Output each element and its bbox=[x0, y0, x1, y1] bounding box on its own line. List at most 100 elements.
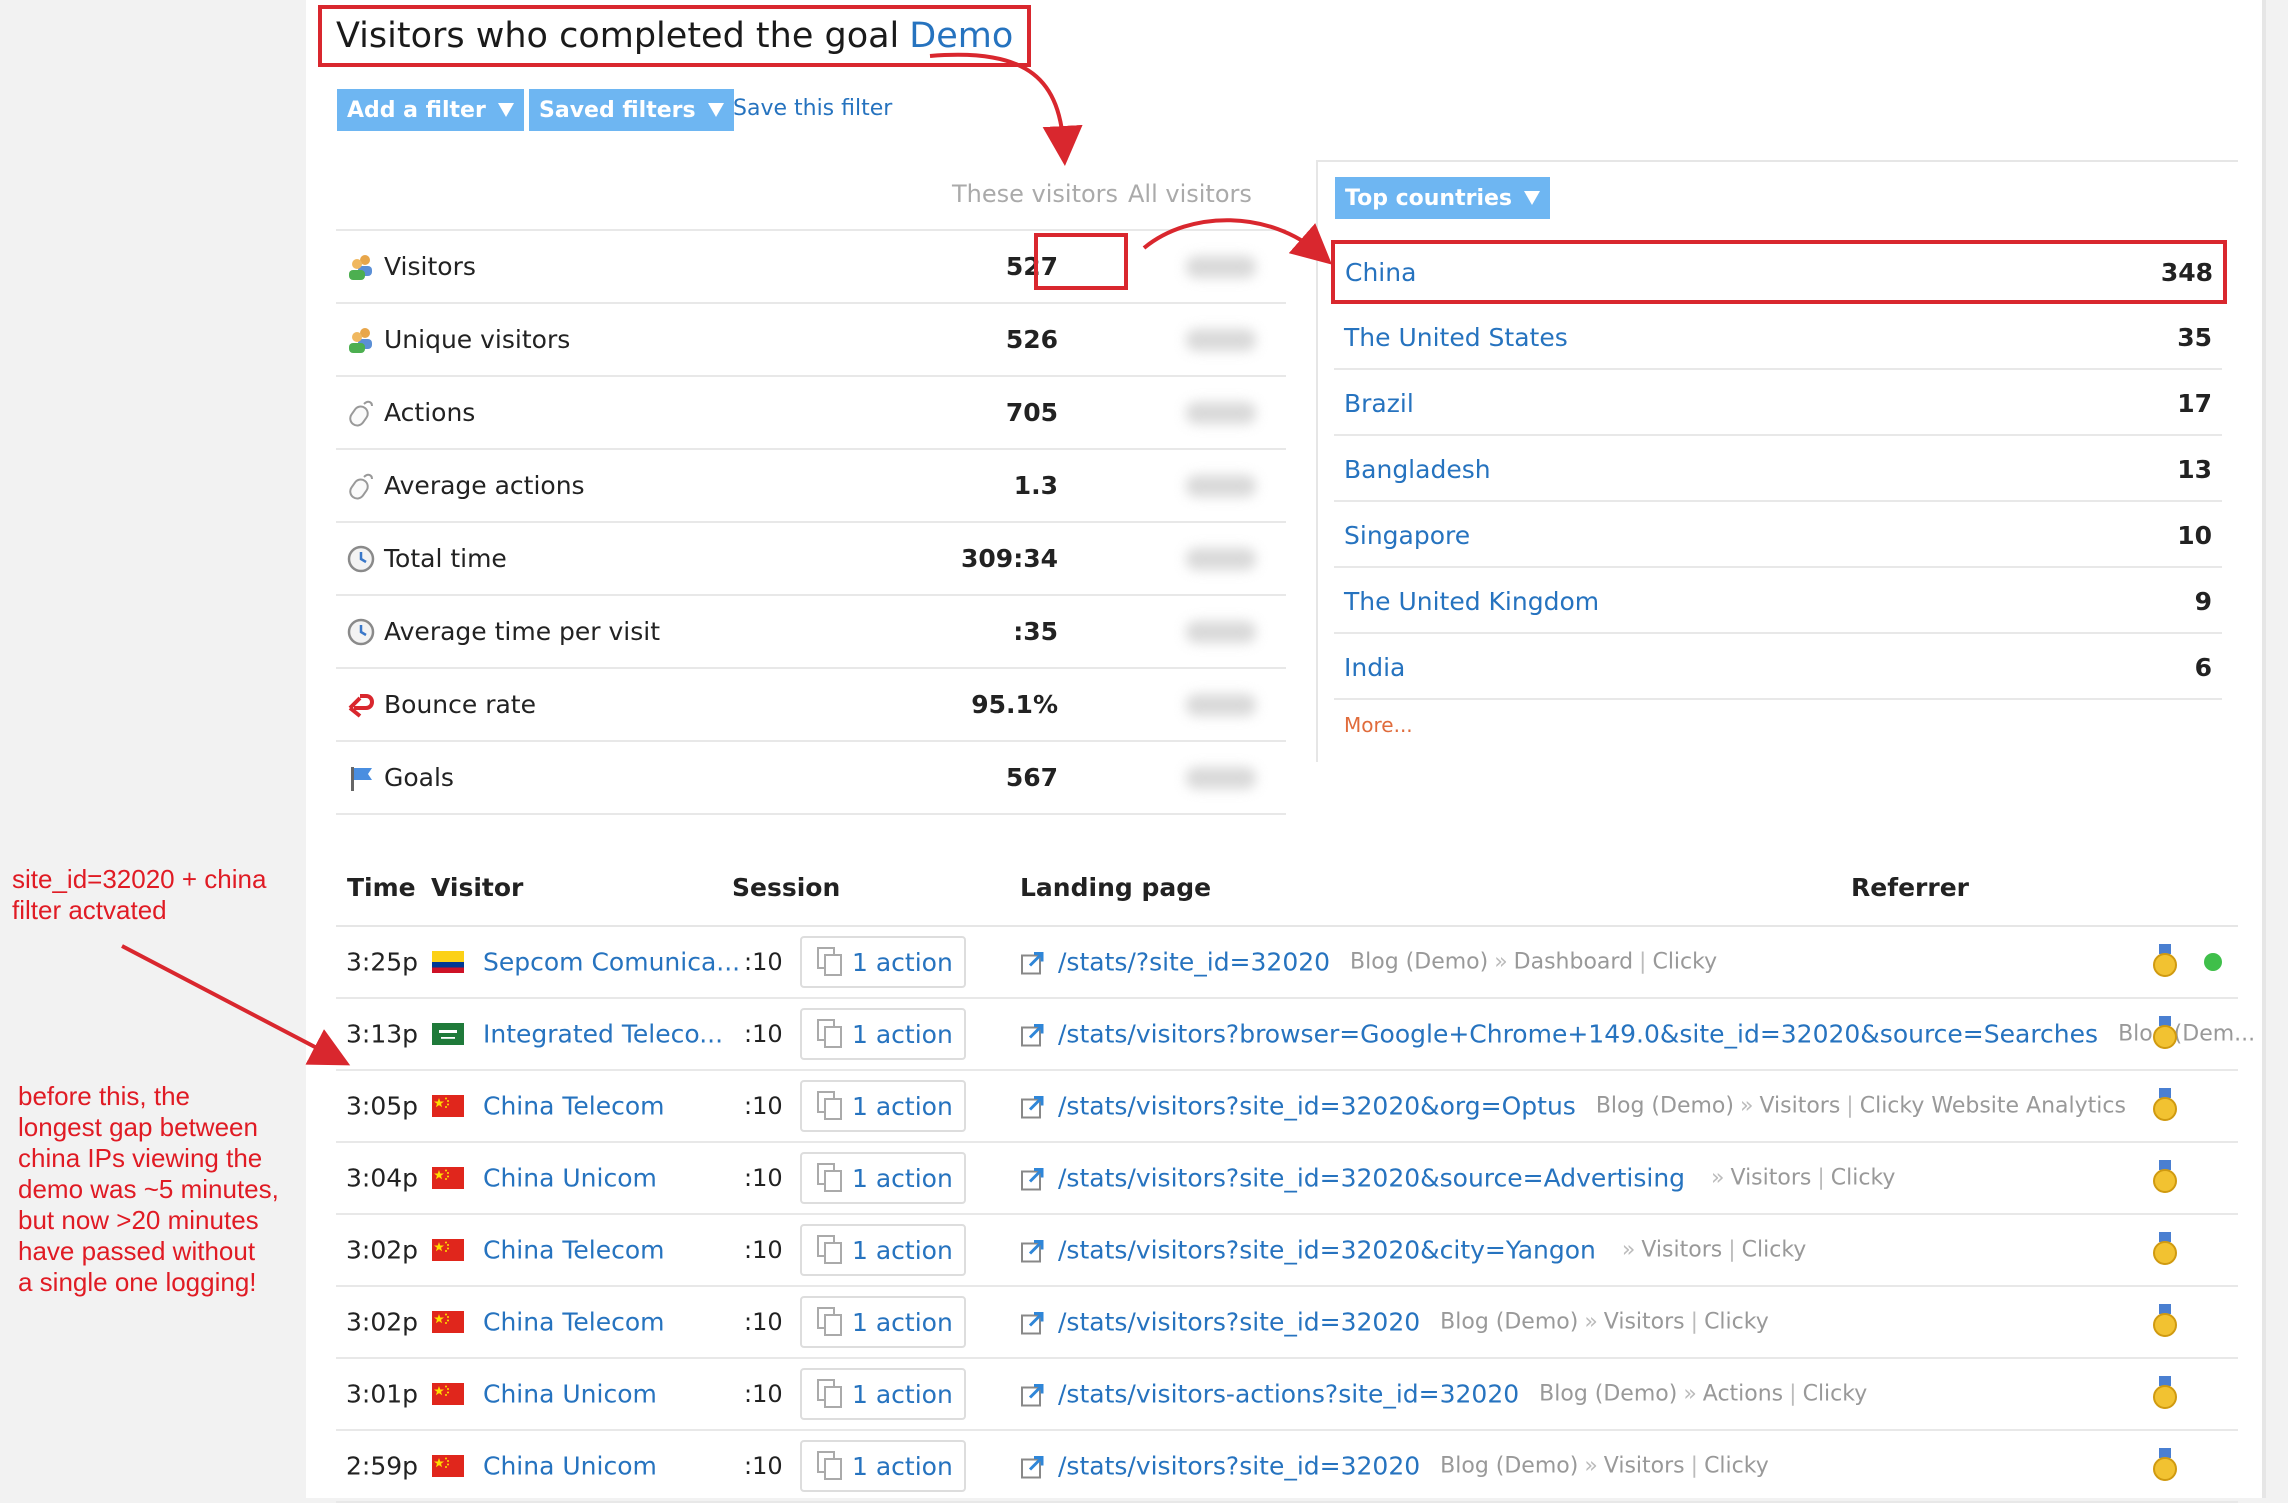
landing-page-link[interactable]: /stats/visitors?browser=Google+Chrome+14… bbox=[1058, 1020, 2098, 1049]
landing-page-cell: /stats/visitors?site_id=32020&city=Yango… bbox=[1020, 1236, 1806, 1265]
referrer-title: Clicky bbox=[1741, 1237, 1807, 1263]
external-link-icon[interactable] bbox=[1020, 1309, 1046, 1335]
table-row: 3:13p Integrated Teleco...:10 1 action/sta… bbox=[336, 999, 2255, 1071]
referrer-page: Visitors bbox=[1730, 1165, 1812, 1191]
country-name-link[interactable]: China bbox=[1345, 258, 1416, 287]
country-name-link[interactable]: Bangladesh bbox=[1344, 455, 1491, 484]
country-name-link[interactable]: The United Kingdom bbox=[1344, 587, 1599, 616]
external-link-icon[interactable] bbox=[1020, 949, 1046, 975]
stat-label: Average time per visit bbox=[384, 617, 661, 646]
goal-medal-icon bbox=[2152, 944, 2178, 980]
visitor-name-link[interactable]: China Telecom bbox=[483, 1236, 664, 1265]
external-link-icon[interactable] bbox=[1020, 1381, 1046, 1407]
visitor-name-link[interactable]: Integrated Teleco... bbox=[483, 1020, 723, 1049]
stat-value: 309:34 bbox=[961, 544, 1058, 573]
blurred-all-visitors-value bbox=[1186, 693, 1256, 716]
visitor-name-link[interactable]: China Telecom bbox=[483, 1308, 664, 1337]
external-link-icon[interactable] bbox=[1020, 1237, 1046, 1263]
referrer-text: Blog (Demo)» Visitors | Clicky Website Anal… bbox=[1596, 1094, 2126, 1119]
top-countries-dropdown[interactable]: Top countries bbox=[1335, 177, 1551, 219]
landing-page-cell: /stats/visitors?site_id=32020&source=Adv… bbox=[1020, 1164, 1895, 1193]
blurred-all-visitors-value bbox=[1186, 255, 1256, 278]
actions-button[interactable]: 1 action bbox=[800, 1368, 966, 1420]
landing-page-link[interactable]: /stats/visitors?site_id=32020 bbox=[1058, 1452, 1420, 1481]
visitor-name-link[interactable]: China Unicom bbox=[483, 1452, 657, 1481]
referrer-page: Actions bbox=[1702, 1381, 1784, 1407]
save-filter-link[interactable]: Save this filter bbox=[733, 96, 892, 121]
more-countries-link[interactable]: More... bbox=[1344, 713, 1413, 737]
country-name-link[interactable]: The United States bbox=[1344, 323, 1568, 352]
referrer-site: Blog (Demo) bbox=[1440, 1453, 1579, 1479]
referrer-page: Visitors bbox=[1603, 1309, 1685, 1335]
landing-page-link[interactable]: /stats/?site_id=32020 bbox=[1058, 948, 1330, 977]
mouse-icon bbox=[346, 471, 376, 501]
visitor-name-link[interactable]: China Unicom bbox=[483, 1164, 657, 1193]
actions-count: 1 action bbox=[852, 1379, 953, 1409]
actions-button[interactable]: 1 action bbox=[800, 1008, 966, 1060]
visit-time: 3:13p bbox=[346, 1019, 419, 1049]
external-link-icon[interactable] bbox=[1020, 1453, 1046, 1479]
country-row[interactable]: The United Kingdom 9 bbox=[1334, 570, 2222, 634]
table-row: 3:02p China Telecom:10 1 action/stats/visi… bbox=[336, 1215, 2238, 1287]
visitor-name-link[interactable]: China Telecom bbox=[483, 1092, 664, 1121]
actions-button[interactable]: 1 action bbox=[800, 1152, 966, 1204]
goal-link[interactable]: Demo bbox=[909, 16, 1013, 56]
actions-button[interactable]: 1 action bbox=[800, 936, 966, 988]
flag-china-icon bbox=[432, 1239, 464, 1261]
landing-page-link[interactable]: /stats/visitors?site_id=32020&city=Yango… bbox=[1058, 1236, 1596, 1265]
add-filter-button[interactable]: Add a filter bbox=[337, 89, 524, 131]
country-name-link[interactable]: Brazil bbox=[1344, 389, 1414, 418]
country-name-link[interactable]: Singapore bbox=[1344, 521, 1470, 550]
referrer-site: Blog (Demo) bbox=[1539, 1381, 1678, 1407]
country-count: 6 bbox=[2194, 652, 2212, 682]
blurred-all-visitors-value bbox=[1186, 401, 1256, 424]
annotation-filter-note: site_id=32020 + china filter actvated bbox=[12, 864, 266, 926]
visit-time: 3:05p bbox=[346, 1091, 419, 1121]
stat-value: 95.1% bbox=[971, 690, 1058, 719]
country-name-link[interactable]: India bbox=[1344, 653, 1405, 682]
referrer-text: » Visitors | Clicky bbox=[1616, 1238, 1806, 1263]
visitor-name-link[interactable]: Sepcom Comunica... bbox=[483, 948, 740, 977]
country-count: 10 bbox=[2177, 520, 2212, 550]
actions-count: 1 action bbox=[852, 1019, 953, 1049]
landing-page-link[interactable]: /stats/visitors?site_id=32020&org=Optus bbox=[1058, 1092, 1576, 1121]
country-row[interactable]: Brazil 17 bbox=[1334, 372, 2222, 436]
referrer-text: Blog (Demo)» Visitors | Clicky bbox=[1440, 1310, 1769, 1335]
actions-button[interactable]: 1 action bbox=[800, 1080, 966, 1132]
country-row[interactable]: Singapore 10 bbox=[1334, 504, 2222, 568]
visitor-name-link[interactable]: China Unicom bbox=[483, 1380, 657, 1409]
actions-button[interactable]: 1 action bbox=[800, 1296, 966, 1348]
landing-page-link[interactable]: /stats/visitors-actions?site_id=32020 bbox=[1058, 1380, 1519, 1409]
referrer-text: » Visitors | Clicky bbox=[1705, 1166, 1895, 1191]
referrer-title: Clicky bbox=[1652, 949, 1718, 975]
visit-time: 2:59p bbox=[346, 1451, 419, 1481]
goal-medal-icon bbox=[2152, 1088, 2178, 1124]
annotation-line: demo was ~5 minutes, bbox=[18, 1174, 279, 1204]
referrer-title: Clicky bbox=[1802, 1381, 1868, 1407]
external-link-icon[interactable] bbox=[1020, 1093, 1046, 1119]
external-link-icon[interactable] bbox=[1020, 1021, 1046, 1047]
landing-page-link[interactable]: /stats/visitors?site_id=32020&source=Adv… bbox=[1058, 1164, 1685, 1193]
referrer-site: Blog (Demo) bbox=[1440, 1309, 1579, 1335]
actions-button[interactable]: 1 action bbox=[800, 1224, 966, 1276]
goal-flag-icon bbox=[346, 763, 376, 793]
saved-filters-button[interactable]: Saved filters bbox=[529, 89, 734, 131]
stat-label: Bounce rate bbox=[384, 690, 536, 719]
landing-page-link[interactable]: /stats/visitors?site_id=32020 bbox=[1058, 1308, 1420, 1337]
flag-colombia-icon bbox=[432, 951, 464, 973]
actions-button[interactable]: 1 action bbox=[800, 1440, 966, 1492]
country-row[interactable]: China 348 bbox=[1331, 240, 2227, 304]
landing-page-cell: /stats/visitors?site_id=32020 Blog (Demo)… bbox=[1020, 1308, 1769, 1337]
breadcrumb-sep-icon: » bbox=[1584, 1453, 1598, 1479]
flag-saudi-icon bbox=[432, 1023, 464, 1045]
country-row[interactable]: Bangladesh 13 bbox=[1334, 438, 2222, 502]
arrow-note-to-row bbox=[121, 944, 351, 1066]
country-row[interactable]: India 6 bbox=[1334, 636, 2222, 700]
th-landing-page: Landing page bbox=[1020, 873, 1212, 902]
pipe-separator: | bbox=[1728, 1237, 1736, 1263]
external-link-icon[interactable] bbox=[1020, 1165, 1046, 1191]
th-time: Time bbox=[347, 873, 416, 902]
table-row: 3:02p China Telecom:10 1 action/stats/visi… bbox=[336, 1287, 2238, 1359]
goal-medal-icon bbox=[2152, 1160, 2178, 1196]
country-row[interactable]: The United States 35 bbox=[1334, 306, 2222, 370]
